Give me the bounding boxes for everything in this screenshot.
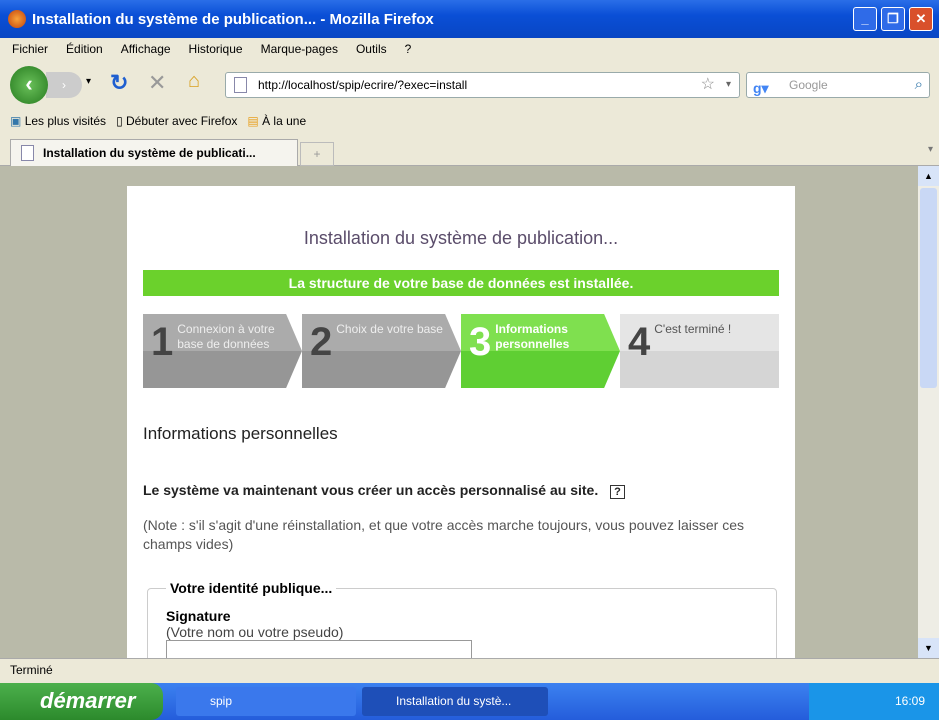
bookmark-star-icon[interactable]: ☆ bbox=[701, 73, 715, 97]
menu-fichier[interactable]: Fichier bbox=[12, 42, 48, 56]
step-label: Connexion à votre base de données bbox=[177, 322, 275, 351]
taskbar-item-spip[interactable]: spip bbox=[176, 687, 356, 716]
step-label: Choix de votre base bbox=[336, 322, 443, 336]
scroll-thumb[interactable] bbox=[920, 188, 937, 388]
success-banner: La structure de votre base de données es… bbox=[143, 270, 779, 296]
clock: 16:09 bbox=[894, 694, 925, 708]
search-placeholder: Google bbox=[789, 78, 828, 92]
minimize-button[interactable]: _ bbox=[853, 7, 877, 31]
taskbar-item-firefox[interactable]: Installation du systè... bbox=[362, 687, 548, 716]
bookmark-label: À la une bbox=[262, 114, 307, 128]
step-2: 2 Choix de votre base bbox=[302, 314, 461, 388]
step-number: 2 bbox=[310, 320, 333, 364]
scroll-up-button[interactable]: ▲ bbox=[918, 166, 939, 186]
bookmark-getting-started[interactable]: ▯ Débuter avec Firefox bbox=[116, 114, 237, 128]
signature-input[interactable] bbox=[166, 640, 472, 658]
new-tab-button[interactable]: + bbox=[300, 142, 334, 166]
status-bar: Terminé bbox=[0, 658, 939, 682]
step-label: C'est terminé ! bbox=[654, 322, 732, 336]
menu-outils[interactable]: Outils bbox=[356, 42, 387, 56]
step-number: 4 bbox=[628, 320, 651, 364]
reload-icon[interactable]: ↻ bbox=[110, 70, 128, 96]
menu-affichage[interactable]: Affichage bbox=[121, 42, 171, 56]
intro-text: Le système va maintenant vous créer un a… bbox=[143, 482, 599, 498]
back-button[interactable]: ‹ bbox=[10, 66, 48, 104]
page-icon bbox=[21, 145, 34, 161]
navigation-toolbar: › ‹ ▾ ↻ ✕ ⌂ http://localhost/spip/ecrire… bbox=[0, 62, 939, 106]
taskbar: démarrer spip Installation du systè... 1… bbox=[0, 683, 939, 720]
section-title: Informations personnelles bbox=[143, 424, 338, 443]
rss-icon: ▤ bbox=[247, 114, 259, 128]
tab-label: Installation du système de publicati... bbox=[43, 146, 256, 160]
scroll-down-button[interactable]: ▼ bbox=[918, 638, 939, 658]
bookmark-a-la-une[interactable]: ▤ À la une bbox=[247, 114, 306, 128]
step-number: 1 bbox=[151, 320, 174, 364]
tab-installation[interactable]: Installation du système de publicati... bbox=[10, 139, 298, 166]
menu-marque-pages[interactable]: Marque-pages bbox=[261, 42, 338, 56]
url-dropdown-icon[interactable]: ▾ bbox=[726, 73, 731, 97]
menu-historique[interactable]: Historique bbox=[189, 42, 243, 56]
help-icon[interactable]: ? bbox=[610, 485, 625, 499]
page-icon bbox=[234, 77, 247, 93]
install-page: Installation du système de publication..… bbox=[127, 186, 795, 658]
step-number: 3 bbox=[469, 320, 492, 364]
note-text: (Note : s'il s'agit d'une réinstallation… bbox=[143, 517, 744, 552]
url-bar[interactable]: http://localhost/spip/ecrire/?exec=insta… bbox=[225, 72, 740, 98]
home-icon[interactable]: ⌂ bbox=[188, 70, 200, 93]
menu-edition[interactable]: Édition bbox=[66, 42, 103, 56]
bookmark-label: Débuter avec Firefox bbox=[126, 114, 238, 128]
google-engine-icon[interactable]: g▾ bbox=[753, 76, 769, 100]
menu-bar: Fichier Édition Affichage Historique Mar… bbox=[0, 38, 939, 60]
firefox-icon bbox=[8, 10, 26, 28]
signature-label: Signature bbox=[166, 608, 231, 624]
title-bar: Installation du système de publication..… bbox=[0, 0, 939, 38]
step-label: Informations personnelles bbox=[495, 322, 570, 351]
page-icon: ▯ bbox=[116, 114, 123, 128]
menu-help[interactable]: ? bbox=[405, 42, 412, 56]
close-button[interactable]: ✕ bbox=[909, 7, 933, 31]
start-label: démarrer bbox=[40, 688, 136, 713]
search-icon[interactable]: ⌕ bbox=[915, 73, 923, 97]
content-area: Installation du système de publication..… bbox=[0, 166, 918, 658]
url-text: http://localhost/spip/ecrire/?exec=insta… bbox=[258, 78, 468, 92]
public-identity-fieldset: Votre identité publique... Signature (Vo… bbox=[147, 580, 777, 658]
taskbar-label: spip bbox=[210, 694, 233, 708]
tab-list-icon[interactable]: ▾ bbox=[928, 144, 933, 155]
step-3-active: 3 Informations personnelles bbox=[461, 314, 620, 388]
most-visited-icon: ▣ bbox=[10, 114, 22, 128]
vertical-scrollbar[interactable]: ▲ ▼ bbox=[918, 166, 939, 658]
search-box[interactable]: g▾ Google ⌕ bbox=[746, 72, 930, 98]
window-title: Installation du système de publication..… bbox=[32, 10, 434, 28]
bookmark-most-visited[interactable]: ▣ Les plus visités bbox=[10, 114, 106, 128]
step-1: 1 Connexion à votre base de données bbox=[143, 314, 302, 388]
bookmark-label: Les plus visités bbox=[24, 114, 107, 128]
system-tray: 16:09 bbox=[809, 683, 939, 720]
signature-hint: (Votre nom ou votre pseudo) bbox=[166, 624, 344, 640]
step-4: 4 C'est terminé ! bbox=[620, 314, 779, 388]
stop-icon[interactable]: ✕ bbox=[148, 70, 166, 96]
start-button[interactable]: démarrer bbox=[0, 683, 163, 720]
restore-button[interactable]: ❐ bbox=[881, 7, 905, 31]
fieldset-legend: Votre identité publique... bbox=[170, 580, 333, 596]
forward-button[interactable]: › bbox=[46, 72, 82, 98]
page-title: Installation du système de publication..… bbox=[303, 228, 619, 248]
history-dropdown-icon[interactable]: ▾ bbox=[86, 76, 91, 87]
install-steps: 1 Connexion à votre base de données 2 Choi… bbox=[143, 314, 779, 388]
bookmarks-toolbar: ▣ Les plus visités ▯ Débuter avec Firefo… bbox=[0, 108, 939, 134]
tab-strip: Installation du système de publicati... … bbox=[0, 136, 939, 166]
taskbar-label: Installation du systè... bbox=[396, 694, 512, 708]
